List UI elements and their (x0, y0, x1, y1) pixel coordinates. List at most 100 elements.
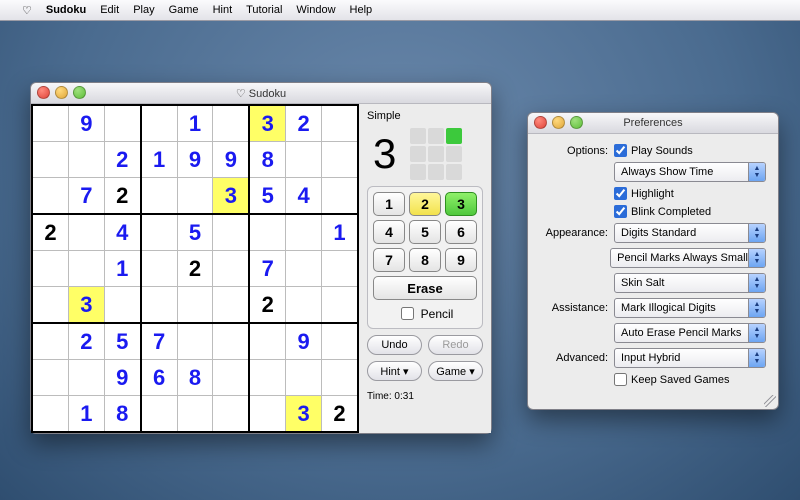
sudoku-cell[interactable] (286, 251, 322, 287)
sudoku-cell[interactable] (177, 287, 213, 324)
pencil-toggle[interactable]: Pencil (373, 304, 477, 323)
zoom-icon[interactable] (73, 86, 86, 99)
sudoku-cell[interactable] (32, 142, 68, 178)
sudoku-cell[interactable]: 3 (213, 178, 249, 215)
sudoku-cell[interactable] (141, 251, 177, 287)
skin-popup[interactable]: Skin Salt ▲▼ (614, 273, 766, 293)
sudoku-cell[interactable]: 6 (141, 360, 177, 396)
show-time-popup[interactable]: Always Show Time ▲▼ (614, 162, 766, 182)
sudoku-cell[interactable]: 1 (322, 214, 359, 251)
sudoku-cell[interactable] (213, 396, 249, 433)
sudoku-cell[interactable]: 4 (286, 178, 322, 215)
sudoku-cell[interactable]: 7 (141, 323, 177, 360)
sudoku-cell[interactable] (322, 287, 359, 324)
sudoku-cell[interactable] (213, 214, 249, 251)
sudoku-cell[interactable] (213, 360, 249, 396)
numpad-4[interactable]: 4 (373, 220, 405, 244)
sudoku-cell[interactable]: 1 (177, 105, 213, 142)
sudoku-cell[interactable]: 2 (249, 287, 285, 324)
sudoku-cell[interactable]: 2 (177, 251, 213, 287)
sudoku-cell[interactable]: 8 (104, 396, 140, 433)
blink-completed-checkbox[interactable]: Blink Completed (614, 205, 766, 218)
sudoku-cell[interactable] (68, 142, 104, 178)
sudoku-cell[interactable] (286, 142, 322, 178)
sudoku-cell[interactable]: 2 (286, 105, 322, 142)
sudoku-cell[interactable] (32, 360, 68, 396)
prefs-titlebar[interactable]: Preferences (528, 113, 778, 134)
menu-edit[interactable]: Edit (100, 4, 119, 16)
sudoku-cell[interactable] (32, 105, 68, 142)
menu-play[interactable]: Play (133, 4, 154, 16)
highlight-checkbox[interactable]: Highlight (614, 187, 766, 200)
pencil-style-popup[interactable]: Pencil Marks Always Small ▲▼ (610, 248, 766, 268)
sudoku-cell[interactable]: 2 (32, 214, 68, 251)
sudoku-cell[interactable]: 4 (104, 214, 140, 251)
minimize-icon[interactable] (552, 116, 565, 129)
play-sounds-checkbox[interactable]: Play Sounds (614, 144, 766, 157)
sudoku-cell[interactable]: 8 (249, 142, 285, 178)
sudoku-cell[interactable] (104, 287, 140, 324)
sudoku-cell[interactable] (32, 251, 68, 287)
numpad-1[interactable]: 1 (373, 192, 405, 216)
sudoku-cell[interactable] (32, 323, 68, 360)
sudoku-cell[interactable] (141, 287, 177, 324)
sudoku-cell[interactable] (322, 251, 359, 287)
sudoku-cell[interactable]: 3 (249, 105, 285, 142)
sudoku-cell[interactable] (32, 396, 68, 433)
hint-menu-button[interactable]: Hint ▾ (367, 361, 422, 381)
assistance-popup-2[interactable]: Auto Erase Pencil Marks ▲▼ (614, 323, 766, 343)
redo-button[interactable]: Redo (428, 335, 483, 355)
input-mode-popup[interactable]: Input Hybrid ▲▼ (614, 348, 766, 368)
menu-tutorial[interactable]: Tutorial (246, 4, 282, 16)
sudoku-cell[interactable]: 1 (104, 251, 140, 287)
sudoku-cell[interactable]: 7 (68, 178, 104, 215)
sudoku-cell[interactable] (286, 214, 322, 251)
sudoku-cell[interactable] (213, 323, 249, 360)
sudoku-cell[interactable] (249, 360, 285, 396)
resize-handle-icon[interactable] (764, 395, 776, 407)
sudoku-cell[interactable] (249, 214, 285, 251)
sudoku-board[interactable]: 9132219987235424511273225799681832 (31, 104, 359, 433)
menu-window[interactable]: Window (296, 4, 335, 16)
menubar-app-name[interactable]: Sudoku (46, 4, 86, 16)
sudoku-cell[interactable] (322, 142, 359, 178)
sudoku-cell[interactable] (141, 214, 177, 251)
sudoku-cell[interactable]: 5 (104, 323, 140, 360)
numpad-3[interactable]: 3 (445, 192, 477, 216)
close-icon[interactable] (534, 116, 547, 129)
sudoku-cell[interactable]: 7 (249, 251, 285, 287)
numpad-2[interactable]: 2 (409, 192, 441, 216)
close-icon[interactable] (37, 86, 50, 99)
zoom-icon[interactable] (570, 116, 583, 129)
sudoku-cell[interactable]: 9 (213, 142, 249, 178)
sudoku-cell[interactable]: 8 (177, 360, 213, 396)
sudoku-cell[interactable] (249, 396, 285, 433)
sudoku-cell[interactable] (177, 178, 213, 215)
sudoku-cell[interactable] (141, 105, 177, 142)
sudoku-cell[interactable]: 5 (249, 178, 285, 215)
sudoku-cell[interactable] (68, 214, 104, 251)
numpad-6[interactable]: 6 (445, 220, 477, 244)
sudoku-cell[interactable] (32, 287, 68, 324)
sudoku-cell[interactable] (213, 105, 249, 142)
sudoku-cell[interactable] (249, 323, 285, 360)
sudoku-cell[interactable] (322, 360, 359, 396)
menu-hint[interactable]: Hint (213, 4, 233, 16)
numpad-8[interactable]: 8 (409, 248, 441, 272)
sudoku-cell[interactable]: 9 (68, 105, 104, 142)
sudoku-cell[interactable] (141, 178, 177, 215)
numpad-7[interactable]: 7 (373, 248, 405, 272)
sudoku-cell[interactable]: 2 (104, 178, 140, 215)
numpad-9[interactable]: 9 (445, 248, 477, 272)
sudoku-cell[interactable]: 9 (286, 323, 322, 360)
sudoku-cell[interactable] (322, 178, 359, 215)
menu-game[interactable]: Game (169, 4, 199, 16)
numpad-5[interactable]: 5 (409, 220, 441, 244)
sudoku-cell[interactable] (213, 251, 249, 287)
sudoku-cell[interactable]: 2 (68, 323, 104, 360)
assistance-popup-1[interactable]: Mark Illogical Digits ▲▼ (614, 298, 766, 318)
sudoku-cell[interactable] (286, 287, 322, 324)
sudoku-cell[interactable] (177, 396, 213, 433)
sudoku-cell[interactable]: 5 (177, 214, 213, 251)
sudoku-cell[interactable] (68, 251, 104, 287)
